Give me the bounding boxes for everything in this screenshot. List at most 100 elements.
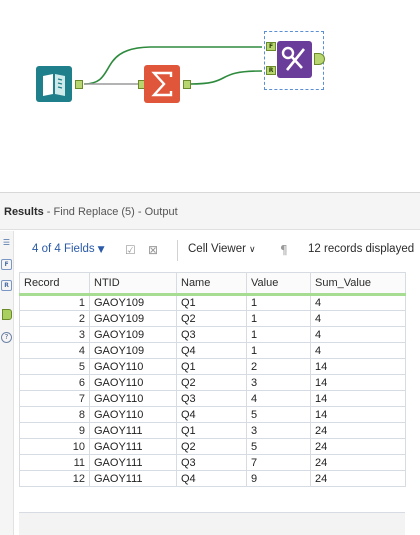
table-cell[interactable]: Q3 [176, 326, 247, 343]
table-row[interactable]: 12 GAOY111 Q4 9 24 [19, 470, 406, 487]
record-number-cell[interactable]: 6 [19, 374, 90, 391]
table-cell[interactable]: 1 [246, 310, 311, 327]
table-cell[interactable]: 24 [310, 470, 406, 487]
table-cell[interactable]: GAOY111 [89, 438, 177, 455]
table-cell[interactable]: 3 [246, 374, 311, 391]
record-number-cell[interactable]: 10 [19, 438, 90, 455]
table-cell[interactable]: 4 [310, 294, 406, 311]
table-cell[interactable]: 14 [310, 406, 406, 423]
table-row[interactable]: 2 GAOY109 Q2 1 4 [19, 310, 406, 327]
table-row[interactable]: 9 GAOY111 Q1 3 24 [19, 422, 406, 439]
find-input-anchor[interactable]: F [266, 42, 276, 51]
record-number-cell[interactable]: 11 [19, 454, 90, 471]
table-cell[interactable]: 14 [310, 390, 406, 407]
f-anchor-icon[interactable]: F [1, 259, 12, 270]
table-cell[interactable]: Q4 [176, 470, 247, 487]
column-header-sum-value[interactable]: Sum_Value [310, 272, 406, 296]
table-cell[interactable]: 5 [246, 438, 311, 455]
toolbar-separator [177, 240, 178, 261]
workflow-canvas[interactable]: F R [0, 0, 420, 192]
cell-viewer-dropdown[interactable]: Cell Viewer ∨ [188, 243, 256, 255]
table-row[interactable]: 3 GAOY109 Q3 1 4 [19, 326, 406, 343]
column-header-ntid[interactable]: NTID [89, 272, 177, 296]
column-header-record[interactable]: Record [19, 272, 90, 296]
table-cell[interactable]: GAOY111 [89, 454, 177, 471]
record-number-cell[interactable]: 1 [19, 294, 90, 311]
table-cell[interactable]: GAOY109 [89, 326, 177, 343]
table-row[interactable]: 6 GAOY110 Q2 3 14 [19, 374, 406, 391]
table-cell[interactable]: GAOY109 [89, 310, 177, 327]
table-cell[interactable]: 1 [246, 294, 311, 311]
table-cell[interactable]: 4 [246, 390, 311, 407]
record-number-cell[interactable]: 12 [19, 470, 90, 487]
r-anchor-icon[interactable]: R [1, 280, 12, 291]
table-cell[interactable]: Q1 [176, 422, 247, 439]
table-row[interactable]: 5 GAOY110 Q1 2 14 [19, 358, 406, 375]
table-cell[interactable]: 1 [246, 342, 311, 359]
checkbox-icon[interactable]: ☑ [125, 243, 136, 257]
output-anchor-icon[interactable] [2, 309, 12, 320]
record-number-cell[interactable]: 2 [19, 310, 90, 327]
table-cell[interactable]: 2 [246, 358, 311, 375]
table-cell[interactable]: Q1 [176, 294, 247, 311]
summarize-tool[interactable] [144, 65, 180, 103]
record-number-cell[interactable]: 9 [19, 422, 90, 439]
record-number-cell[interactable]: 3 [19, 326, 90, 343]
table-row[interactable]: 11 GAOY111 Q3 7 24 [19, 454, 406, 471]
table-row[interactable]: 8 GAOY110 Q4 5 14 [19, 406, 406, 423]
record-number-cell[interactable]: 5 [19, 358, 90, 375]
input-data-tool[interactable] [36, 66, 72, 102]
table-cell[interactable]: 1 [246, 326, 311, 343]
input-tool-output-anchor[interactable] [75, 80, 83, 89]
table-cell[interactable]: GAOY110 [89, 374, 177, 391]
table-cell[interactable]: GAOY110 [89, 358, 177, 375]
table-row[interactable]: 4 GAOY109 Q4 1 4 [19, 342, 406, 359]
table-cell[interactable]: 24 [310, 422, 406, 439]
table-cell[interactable]: GAOY111 [89, 422, 177, 439]
record-number-cell[interactable]: 8 [19, 406, 90, 423]
table-cell[interactable]: GAOY111 [89, 470, 177, 487]
table-row[interactable]: 7 GAOY110 Q3 4 14 [19, 390, 406, 407]
list-icon[interactable]: ☰ [1, 237, 12, 248]
table-cell[interactable]: 7 [246, 454, 311, 471]
table-cell[interactable]: 3 [246, 422, 311, 439]
table-row[interactable]: 10 GAOY111 Q2 5 24 [19, 438, 406, 455]
pilcrow-icon[interactable]: ¶ [280, 243, 288, 257]
replace-input-anchor[interactable]: R [266, 66, 276, 75]
table-cell[interactable]: 24 [310, 438, 406, 455]
column-header-value[interactable]: Value [246, 272, 311, 296]
results-title-rest: - Find Replace (5) - Output [43, 206, 178, 218]
results-toolbar: 4 of 4 Fields ▼ ☑ ⊠ Cell Viewer ∨ ¶ 12 rec… [15, 231, 420, 269]
find-replace-tool[interactable] [277, 41, 312, 78]
record-number-cell[interactable]: 7 [19, 390, 90, 407]
close-box-icon[interactable]: ⊠ [148, 243, 158, 257]
table-cell[interactable]: GAOY110 [89, 390, 177, 407]
table-cell[interactable]: 9 [246, 470, 311, 487]
table-cell[interactable]: GAOY110 [89, 406, 177, 423]
help-icon[interactable]: ? [1, 332, 12, 343]
results-grid[interactable]: Record NTID Name Value Sum_Value 1 GAOY10… [19, 272, 406, 487]
table-cell[interactable]: GAOY109 [89, 294, 177, 311]
table-cell[interactable]: 4 [310, 342, 406, 359]
table-cell[interactable]: GAOY109 [89, 342, 177, 359]
table-cell[interactable]: 24 [310, 454, 406, 471]
fields-dropdown[interactable]: 4 of 4 Fields ▼ [32, 243, 105, 255]
table-cell[interactable]: Q4 [176, 342, 247, 359]
table-cell[interactable]: Q4 [176, 406, 247, 423]
table-cell[interactable]: 5 [246, 406, 311, 423]
table-cell[interactable]: Q2 [176, 374, 247, 391]
table-cell[interactable]: Q2 [176, 438, 247, 455]
table-cell[interactable]: Q3 [176, 390, 247, 407]
results-title: Results - Find Replace (5) - Output [4, 206, 178, 218]
table-cell[interactable]: Q3 [176, 454, 247, 471]
table-cell[interactable]: 4 [310, 310, 406, 327]
table-cell[interactable]: 4 [310, 326, 406, 343]
table-cell[interactable]: 14 [310, 374, 406, 391]
table-cell[interactable]: Q1 [176, 358, 247, 375]
table-cell[interactable]: 14 [310, 358, 406, 375]
summarize-output-anchor[interactable] [183, 80, 191, 89]
table-row[interactable]: 1 GAOY109 Q1 1 4 [19, 294, 406, 311]
record-number-cell[interactable]: 4 [19, 342, 90, 359]
table-cell[interactable]: Q2 [176, 310, 247, 327]
column-header-name[interactable]: Name [176, 272, 247, 296]
